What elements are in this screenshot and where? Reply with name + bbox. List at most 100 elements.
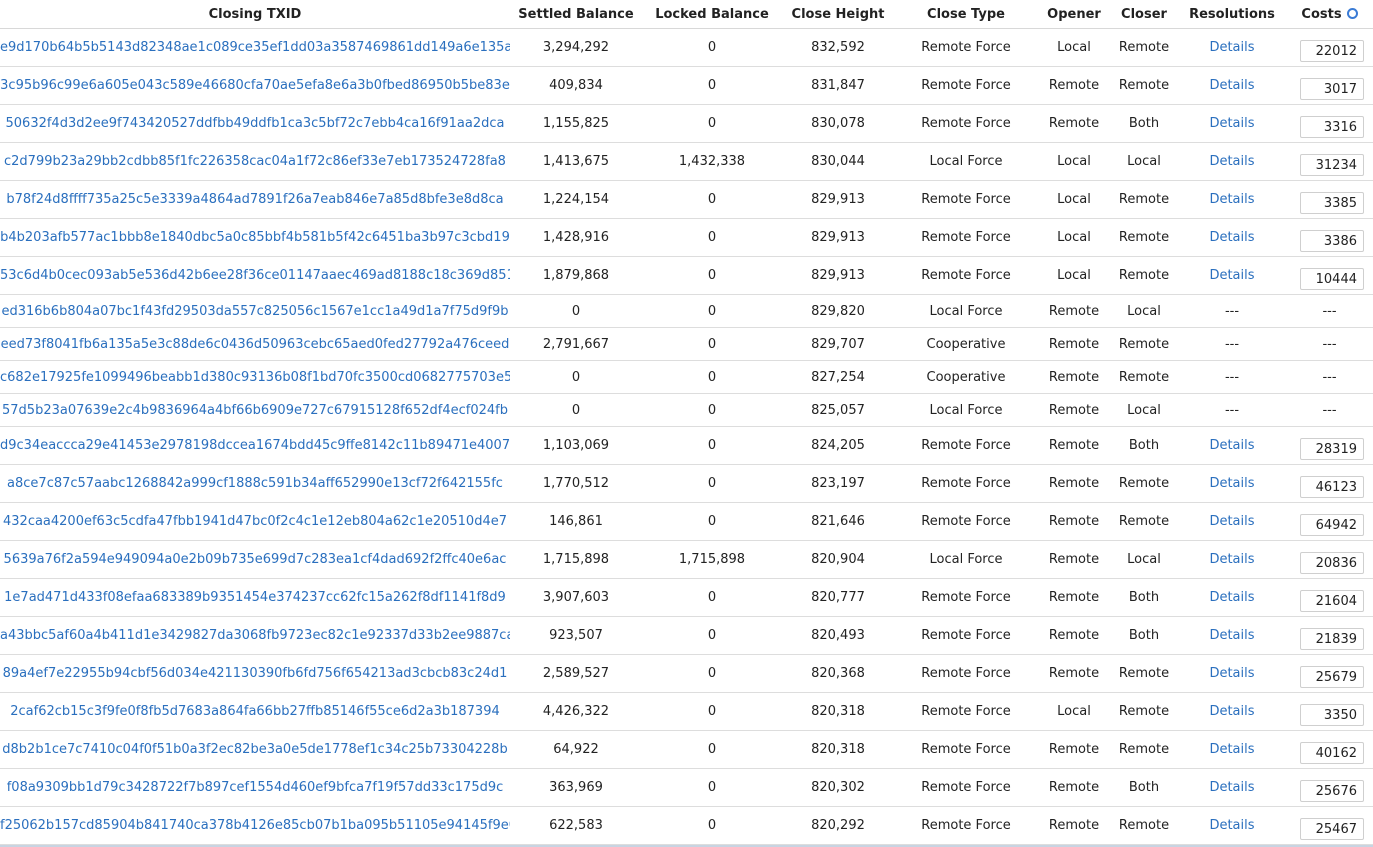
cost-value-box[interactable]: 3316 [1300, 115, 1364, 138]
cell-close-type: Remote Force [894, 104, 1038, 143]
header-close-height[interactable]: Close Height [782, 0, 894, 29]
cell-closer: Remote [1110, 180, 1178, 219]
cost-value-box[interactable]: 28319 [1300, 437, 1364, 460]
cell-close-height: 827,254 [782, 360, 894, 394]
header-resolutions[interactable]: Resolutions [1178, 0, 1286, 29]
closing-txid-link[interactable]: f25062b157cd85904b841740ca378b4126e85cb0… [0, 818, 510, 833]
header-settled-balance[interactable]: Settled Balance [510, 0, 642, 29]
cost-value-box[interactable]: 10444 [1300, 267, 1364, 290]
cell-resolutions: Details [1178, 256, 1286, 295]
details-link[interactable]: Details [1209, 78, 1254, 93]
closing-txid-link[interactable]: 432caa4200ef63c5cdfa47fbb1941d47bc0f2c4c… [3, 514, 507, 529]
closing-txid-link[interactable]: a8ce7c87c57aabc1268842a999cf1888c591b34a… [7, 476, 503, 491]
closing-txid-link[interactable]: a43bbc5af60a4b411d1e3429827da3068fb9723e… [0, 628, 510, 643]
table-row: 57d5b23a07639e2c4b9836964a4bf66b6909e727… [0, 393, 1373, 427]
details-link[interactable]: Details [1209, 268, 1254, 283]
costs-empty: --- [1322, 303, 1337, 319]
cell-close-height: 820,777 [782, 578, 894, 617]
cost-value-box[interactable]: 46123 [1300, 475, 1364, 498]
closing-txid-link[interactable]: eed73f8041fb6a135a5e3c88de6c0436d50963ce… [1, 337, 510, 352]
header-locked-balance[interactable]: Locked Balance [642, 0, 782, 29]
cell-settled-balance: 64,922 [510, 730, 642, 769]
cell-closer: Both [1110, 426, 1178, 465]
header-opener[interactable]: Opener [1038, 0, 1110, 29]
details-link[interactable]: Details [1209, 552, 1254, 567]
cell-settled-balance: 1,413,675 [510, 142, 642, 181]
cell-closing-txid: f08a9309bb1d79c3428722f7b897cef1554d460e… [0, 768, 510, 807]
closing-txid-link[interactable]: e9d170b64b5b5143d82348ae1c089ce35ef1dd03… [0, 40, 510, 55]
cell-closing-txid: c682e17925fe1099496beabb1d380c93136b08f1… [0, 360, 510, 394]
cost-value-box[interactable]: 40162 [1300, 741, 1364, 764]
closing-txid-link[interactable]: ed316b6b804a07bc1f43fd29503da557c825056c… [1, 304, 508, 319]
closing-txid-link[interactable]: c682e17925fe1099496beabb1d380c93136b08f1… [0, 370, 510, 385]
header-costs[interactable]: Costs [1286, 0, 1373, 29]
cost-value-box[interactable]: 3017 [1300, 77, 1364, 100]
header-close-type[interactable]: Close Type [894, 0, 1038, 29]
cost-value-box[interactable]: 3385 [1300, 191, 1364, 214]
details-link[interactable]: Details [1209, 192, 1254, 207]
cost-value-box[interactable]: 3386 [1300, 229, 1364, 252]
closing-txid-link[interactable]: b78f24d8ffff735a25c5e3339a4864ad7891f26a… [6, 192, 503, 207]
cell-close-type: Cooperative [894, 360, 1038, 394]
cost-value-box[interactable]: 22012 [1300, 39, 1364, 62]
cell-opener: Local [1038, 218, 1110, 257]
cell-resolutions: Details [1178, 578, 1286, 617]
cell-resolutions: Details [1178, 180, 1286, 219]
cost-value-box[interactable]: 25467 [1300, 817, 1364, 840]
closing-txid-link[interactable]: 3c95b96c99e6a605e043c589e46680cfa70ae5ef… [0, 78, 510, 93]
cell-opener: Local [1038, 692, 1110, 731]
closing-txid-link[interactable]: d9c34eaccca29e41453e2978198dccea1674bdd4… [0, 438, 510, 453]
cell-close-height: 829,707 [782, 327, 894, 361]
table-row: f25062b157cd85904b841740ca378b4126e85cb0… [0, 806, 1373, 845]
details-link[interactable]: Details [1209, 476, 1254, 491]
cell-closing-txid: f25062b157cd85904b841740ca378b4126e85cb0… [0, 806, 510, 845]
closing-txid-link[interactable]: 5639a76f2a594e949094a0e2b09b735e699d7c28… [4, 552, 507, 567]
header-closing-txid[interactable]: Closing TXID [0, 0, 510, 29]
details-link[interactable]: Details [1209, 40, 1254, 55]
details-link[interactable]: Details [1209, 116, 1254, 131]
cell-close-type: Remote Force [894, 654, 1038, 693]
details-link[interactable]: Details [1209, 154, 1254, 169]
closing-txid-link[interactable]: f08a9309bb1d79c3428722f7b897cef1554d460e… [7, 780, 504, 795]
cell-close-height: 830,044 [782, 142, 894, 181]
details-link[interactable]: Details [1209, 780, 1254, 795]
cell-close-type: Remote Force [894, 502, 1038, 541]
cost-value-box[interactable]: 31234 [1300, 153, 1364, 176]
closing-txid-link[interactable]: 89a4ef7e22955b94cbf56d034e421130390fb6fd… [3, 666, 508, 681]
header-closer[interactable]: Closer [1110, 0, 1178, 29]
closing-txid-link[interactable]: c2d799b23a29bb2cdbb85f1fc226358cac04a1f7… [4, 154, 506, 169]
closing-txid-link[interactable]: 57d5b23a07639e2c4b9836964a4bf66b6909e727… [2, 403, 508, 418]
closing-txid-link[interactable]: b4b203afb577ac1bbb8e1840dbc5a0c85bbf4b58… [0, 230, 510, 245]
details-link[interactable]: Details [1209, 514, 1254, 529]
closing-txid-link[interactable]: 53c6d4b0cec093ab5e536d42b6ee28f36ce01147… [0, 268, 510, 283]
cell-costs: 20836 [1286, 540, 1373, 579]
cell-close-height: 821,646 [782, 502, 894, 541]
resolutions-empty: --- [1224, 402, 1240, 418]
cell-settled-balance: 146,861 [510, 502, 642, 541]
cost-value-box[interactable]: 3350 [1300, 703, 1364, 726]
details-link[interactable]: Details [1209, 628, 1254, 643]
cost-value-box[interactable]: 21839 [1300, 627, 1364, 650]
details-link[interactable]: Details [1209, 666, 1254, 681]
details-link[interactable]: Details [1209, 742, 1254, 757]
details-link[interactable]: Details [1209, 230, 1254, 245]
closing-txid-link[interactable]: d8b2b1ce7c7410c04f0f51b0a3f2ec82be3a0e5d… [2, 742, 507, 757]
cost-value-box[interactable]: 64942 [1300, 513, 1364, 536]
cell-opener: Remote [1038, 730, 1110, 769]
closing-txid-link[interactable]: 2caf62cb15c3f9fe0f8fb5d7683a864fa66bb27f… [10, 704, 500, 719]
details-link[interactable]: Details [1209, 438, 1254, 453]
cost-value-box[interactable]: 21604 [1300, 589, 1364, 612]
closing-txid-link[interactable]: 50632f4d3d2ee9f743420527ddfbb49ddfb1ca3c… [6, 116, 505, 131]
table-row: c682e17925fe1099496beabb1d380c93136b08f1… [0, 360, 1373, 394]
cell-close-height: 824,205 [782, 426, 894, 465]
sort-icon[interactable] [1346, 7, 1358, 19]
cell-settled-balance: 0 [510, 360, 642, 394]
details-link[interactable]: Details [1209, 590, 1254, 605]
cost-value-box[interactable]: 25676 [1300, 779, 1364, 802]
cell-costs: 22012 [1286, 28, 1373, 67]
closing-txid-link[interactable]: 1e7ad471d433f08efaa683389b9351454e374237… [4, 590, 506, 605]
details-link[interactable]: Details [1209, 818, 1254, 833]
details-link[interactable]: Details [1209, 704, 1254, 719]
cost-value-box[interactable]: 25679 [1300, 665, 1364, 688]
cost-value-box[interactable]: 20836 [1300, 551, 1364, 574]
